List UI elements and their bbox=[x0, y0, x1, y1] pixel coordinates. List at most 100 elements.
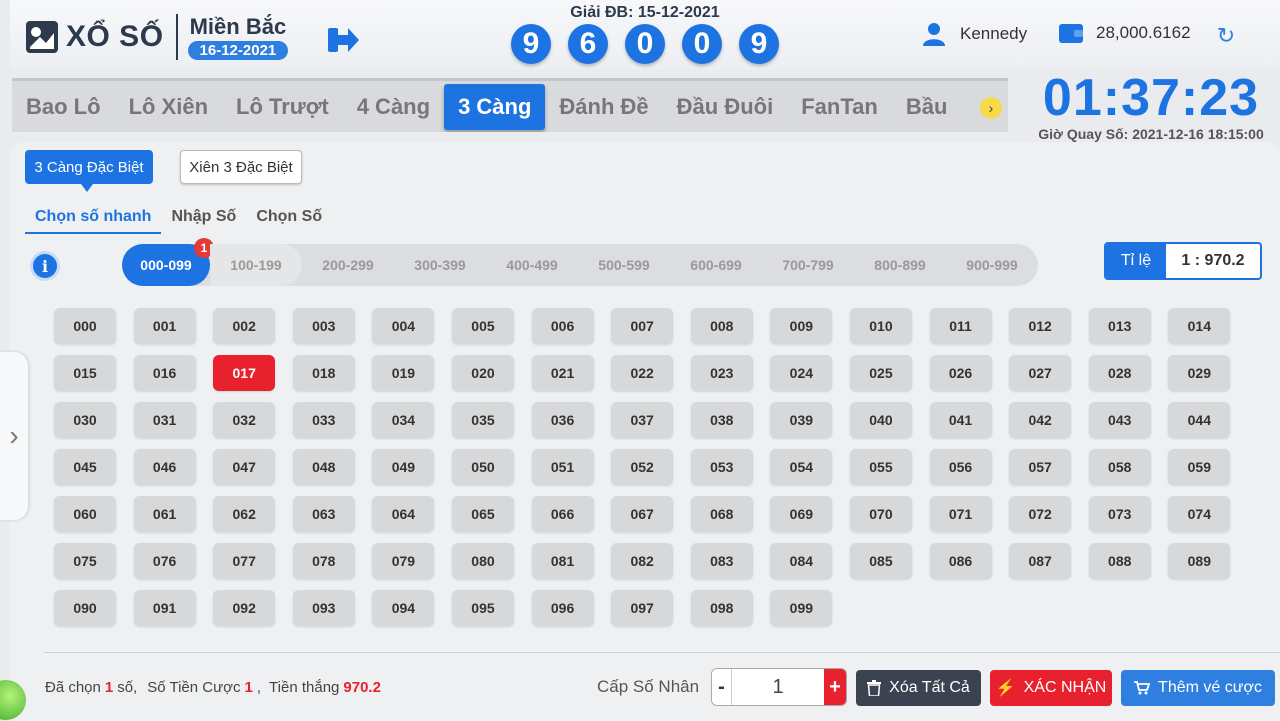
number-button[interactable]: 009 bbox=[770, 308, 833, 344]
mode-quick-pick[interactable]: Chọn số nhanh bbox=[25, 206, 162, 234]
number-button[interactable]: 057 bbox=[1009, 449, 1072, 485]
number-button[interactable]: 041 bbox=[929, 402, 992, 438]
number-button[interactable]: 045 bbox=[54, 449, 116, 485]
subtype-3-cang-dac-biet[interactable]: 3 Càng Đặc Biệt bbox=[25, 150, 153, 192]
number-button[interactable]: 022 bbox=[611, 355, 674, 391]
number-button[interactable]: 067 bbox=[611, 496, 674, 532]
number-button[interactable]: 002 bbox=[213, 308, 276, 344]
number-button[interactable]: 092 bbox=[213, 590, 276, 626]
number-button[interactable]: 078 bbox=[292, 543, 355, 579]
number-button[interactable]: 049 bbox=[372, 449, 435, 485]
number-button[interactable]: 019 bbox=[372, 355, 435, 391]
number-button[interactable]: 026 bbox=[929, 355, 992, 391]
number-button[interactable]: 053 bbox=[690, 449, 753, 485]
number-button[interactable]: 046 bbox=[133, 449, 196, 485]
number-button[interactable]: 039 bbox=[770, 402, 833, 438]
number-button[interactable]: 082 bbox=[611, 543, 674, 579]
number-button[interactable]: 091 bbox=[133, 590, 196, 626]
user-info[interactable]: Kennedy bbox=[922, 22, 1027, 46]
number-button[interactable]: 020 bbox=[451, 355, 514, 391]
number-button[interactable]: 048 bbox=[292, 449, 355, 485]
tab-4-cang[interactable]: 4 Càng bbox=[343, 84, 444, 130]
number-button[interactable]: 003 bbox=[292, 308, 355, 344]
logo[interactable]: XỔ SỐ Miền Bắc 16-12-2021 bbox=[24, 14, 289, 60]
number-button[interactable]: 032 bbox=[213, 402, 276, 438]
number-button[interactable]: 035 bbox=[451, 402, 514, 438]
range-900-999[interactable]: 900-999 bbox=[946, 244, 1038, 286]
tab-bau[interactable]: Bầu bbox=[892, 84, 962, 130]
number-button[interactable]: 001 bbox=[133, 308, 196, 344]
number-button[interactable]: 073 bbox=[1088, 496, 1151, 532]
tab-lo-truot[interactable]: Lô Trượt bbox=[222, 84, 343, 130]
number-button[interactable]: 042 bbox=[1009, 402, 1072, 438]
range-000-099[interactable]: 000-099 1 bbox=[122, 238, 214, 286]
number-button[interactable]: 089 bbox=[1168, 543, 1231, 579]
number-button[interactable]: 052 bbox=[611, 449, 674, 485]
range-500-599[interactable]: 500-599 bbox=[578, 244, 670, 286]
number-button[interactable]: 011 bbox=[929, 308, 992, 344]
number-button[interactable]: 060 bbox=[54, 496, 116, 532]
add-ticket-button[interactable]: Thêm vé cược bbox=[1121, 670, 1275, 706]
mode-enter-number[interactable]: Nhập Số bbox=[161, 206, 246, 234]
number-button[interactable]: 088 bbox=[1088, 543, 1151, 579]
number-button[interactable]: 012 bbox=[1009, 308, 1072, 344]
number-button[interactable]: 084 bbox=[770, 543, 833, 579]
number-button[interactable]: 056 bbox=[929, 449, 992, 485]
number-button[interactable]: 030 bbox=[54, 402, 116, 438]
number-button[interactable]: 029 bbox=[1168, 355, 1231, 391]
number-button[interactable]: 094 bbox=[372, 590, 435, 626]
tabs-next-arrow-icon[interactable]: › bbox=[980, 97, 1002, 119]
number-button[interactable]: 017 bbox=[213, 355, 276, 391]
number-button[interactable]: 093 bbox=[292, 590, 355, 626]
number-button[interactable]: 014 bbox=[1168, 308, 1231, 344]
tab-fantan[interactable]: FanTan bbox=[787, 84, 892, 130]
number-button[interactable]: 074 bbox=[1168, 496, 1231, 532]
number-button[interactable]: 061 bbox=[133, 496, 196, 532]
number-button[interactable]: 087 bbox=[1009, 543, 1072, 579]
number-button[interactable]: 036 bbox=[531, 402, 594, 438]
number-button[interactable]: 018 bbox=[292, 355, 355, 391]
tab-bao-lo[interactable]: Bao Lô bbox=[12, 84, 115, 130]
number-button[interactable]: 063 bbox=[292, 496, 355, 532]
number-button[interactable]: 047 bbox=[213, 449, 276, 485]
number-button[interactable]: 086 bbox=[929, 543, 992, 579]
subtype-xien-3-dac-biet[interactable]: Xiên 3 Đặc Biệt bbox=[180, 150, 302, 184]
number-button[interactable]: 034 bbox=[372, 402, 435, 438]
tab-3-cang[interactable]: 3 Càng bbox=[444, 83, 546, 130]
range-600-699[interactable]: 600-699 bbox=[670, 244, 762, 286]
range-400-499[interactable]: 400-499 bbox=[486, 244, 578, 286]
exit-icon[interactable] bbox=[326, 24, 360, 56]
number-button[interactable]: 071 bbox=[929, 496, 992, 532]
number-button[interactable]: 085 bbox=[849, 543, 912, 579]
number-button[interactable]: 058 bbox=[1088, 449, 1151, 485]
number-button[interactable]: 054 bbox=[770, 449, 833, 485]
number-button[interactable]: 077 bbox=[213, 543, 276, 579]
range-100-199[interactable]: 100-199 bbox=[210, 244, 302, 286]
number-button[interactable]: 028 bbox=[1088, 355, 1151, 391]
number-button[interactable]: 006 bbox=[531, 308, 594, 344]
number-button[interactable]: 059 bbox=[1168, 449, 1231, 485]
number-button[interactable]: 038 bbox=[690, 402, 753, 438]
number-button[interactable]: 024 bbox=[770, 355, 833, 391]
number-button[interactable]: 000 bbox=[54, 308, 116, 344]
number-button[interactable]: 021 bbox=[531, 355, 594, 391]
number-button[interactable]: 031 bbox=[133, 402, 196, 438]
number-button[interactable]: 043 bbox=[1088, 402, 1151, 438]
multiplier-input[interactable] bbox=[732, 669, 824, 705]
range-300-399[interactable]: 300-399 bbox=[394, 244, 486, 286]
confirm-button[interactable]: ⚡ XÁC NHẬN bbox=[990, 670, 1112, 706]
number-button[interactable]: 004 bbox=[372, 308, 435, 344]
number-button[interactable]: 064 bbox=[372, 496, 435, 532]
mode-choose-number[interactable]: Chọn Số bbox=[246, 206, 332, 234]
tab-lo-xien[interactable]: Lô Xiên bbox=[115, 84, 222, 130]
tab-dau-duoi[interactable]: Đầu Đuôi bbox=[663, 84, 788, 130]
number-button[interactable]: 069 bbox=[770, 496, 833, 532]
number-button[interactable]: 070 bbox=[849, 496, 912, 532]
number-button[interactable]: 008 bbox=[690, 308, 753, 344]
number-button[interactable]: 027 bbox=[1009, 355, 1072, 391]
range-700-799[interactable]: 700-799 bbox=[762, 244, 854, 286]
number-button[interactable]: 013 bbox=[1088, 308, 1151, 344]
side-drawer-toggle[interactable]: › bbox=[0, 352, 28, 520]
clear-all-button[interactable]: Xóa Tất Cả bbox=[856, 670, 981, 706]
decrease-button[interactable]: - bbox=[712, 669, 732, 705]
